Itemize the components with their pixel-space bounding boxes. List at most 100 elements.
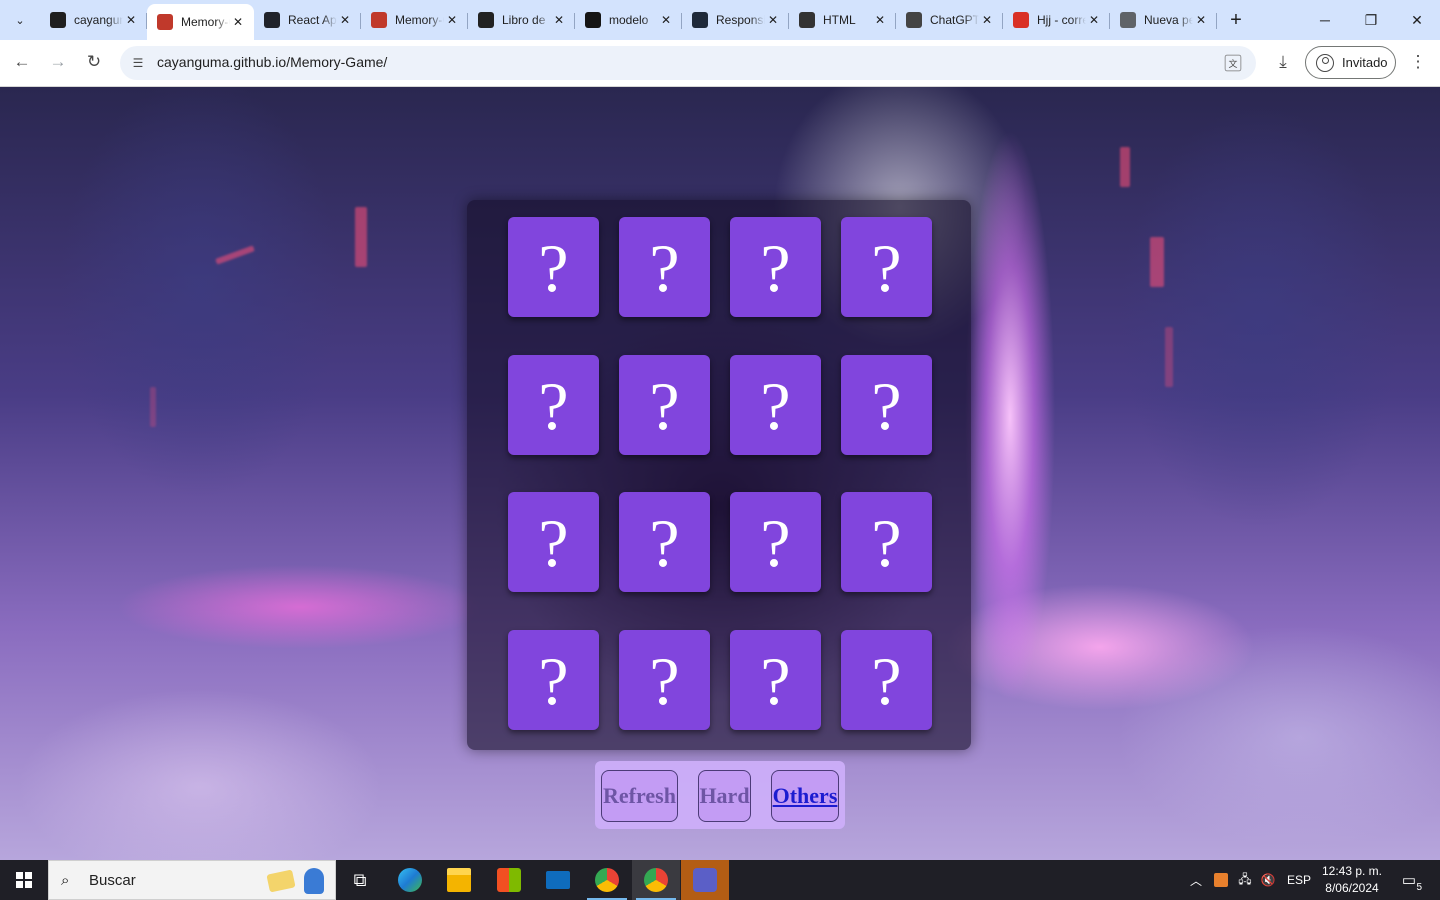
memory-card[interactable]: ?	[730, 355, 821, 455]
tab-5[interactable]: Libro de ✕	[468, 4, 575, 36]
memory-card[interactable]: ?	[841, 355, 932, 455]
tab-8[interactable]: HTML ✕	[789, 4, 896, 36]
tab-title: React App	[288, 13, 337, 27]
restore-icon[interactable]: ❐	[1348, 0, 1394, 40]
chrome-icon[interactable]	[583, 860, 631, 900]
profile-avatar-icon	[1316, 53, 1334, 72]
tab-strip: ⌄ cayanguma✕Memory-Game✕React App✕Memory…	[0, 0, 1440, 40]
mail-icon[interactable]	[534, 860, 582, 900]
teams-icon[interactable]	[681, 860, 729, 900]
tab-close-icon[interactable]: ✕	[230, 14, 246, 30]
tab-close-icon[interactable]: ✕	[337, 12, 353, 28]
tab-title: ChatGPT	[930, 13, 979, 27]
memory-card[interactable]: ?	[508, 492, 599, 592]
memory-card[interactable]: ?	[508, 355, 599, 455]
new-tab-button[interactable]: +	[1224, 8, 1248, 32]
globe-icon	[1120, 12, 1136, 28]
tab-close-icon[interactable]: ✕	[444, 12, 460, 28]
app-tray-icon[interactable]	[1211, 860, 1231, 900]
refresh-button[interactable]: Refresh	[601, 770, 678, 822]
translate-icon[interactable]: 文	[1224, 54, 1242, 72]
tab-close-icon[interactable]: ✕	[1193, 12, 1209, 28]
forward-arrow-icon[interactable]: →	[44, 48, 72, 76]
tab-6[interactable]: modelo ✕	[575, 4, 682, 36]
memory-card[interactable]: ?	[841, 630, 932, 730]
tab-close-icon[interactable]: ✕	[872, 12, 888, 28]
memory-card[interactable]: ?	[619, 492, 710, 592]
tab-title: modelo	[609, 13, 649, 27]
memory-card[interactable]: ?	[619, 217, 710, 317]
start-button[interactable]	[0, 860, 48, 900]
tab-2[interactable]: Memory-Game✕	[147, 4, 254, 40]
memory-card[interactable]: ?	[841, 217, 932, 317]
network-icon[interactable]: 🖧	[1235, 860, 1255, 900]
notifications-icon[interactable]: ▭ 5	[1396, 860, 1422, 900]
edge-icon[interactable]	[386, 860, 434, 900]
tab-7[interactable]: Responsive✕	[682, 4, 789, 36]
clock-date: 8/06/2024	[1325, 881, 1379, 895]
windows-logo-icon	[16, 872, 32, 888]
card-question-mark: ?	[649, 505, 680, 581]
back-arrow-icon[interactable]: ←	[8, 48, 36, 76]
tab-title: cayanguma	[74, 13, 123, 27]
tab-title: Responsive	[716, 13, 765, 27]
tab-close-icon[interactable]: ✕	[1086, 12, 1102, 28]
hard-button[interactable]: Hard	[698, 770, 751, 822]
reload-icon[interactable]: ↻	[80, 48, 108, 76]
tab-11[interactable]: Nueva pestaña✕	[1110, 4, 1217, 36]
tab-close-icon[interactable]: ✕	[765, 12, 781, 28]
others-link[interactable]: Others	[771, 770, 839, 822]
tab-close-icon[interactable]: ✕	[658, 12, 674, 28]
download-icon[interactable]: ⤓	[1269, 48, 1297, 76]
memory-card[interactable]: ?	[508, 217, 599, 317]
close-window-icon[interactable]: ✕	[1394, 0, 1440, 40]
minimize-icon[interactable]: ─	[1302, 0, 1348, 40]
memory-card[interactable]: ?	[730, 492, 821, 592]
memory-card[interactable]: ?	[619, 355, 710, 455]
notification-count: 5	[1416, 882, 1423, 893]
tab-title: Nueva pestaña	[1144, 13, 1193, 27]
tab-9[interactable]: ChatGPT ✕	[896, 4, 1003, 36]
memory-card[interactable]: ?	[508, 630, 599, 730]
address-bar[interactable]: ☰ cayanguma.github.io/Memory-Game/ 文	[120, 46, 1256, 80]
url-text[interactable]: cayanguma.github.io/Memory-Game/	[157, 54, 387, 70]
browser-toolbar: ← → ↻ ☰ cayanguma.github.io/Memory-Game/…	[0, 40, 1440, 87]
openai-icon	[906, 12, 922, 28]
responsive-icon	[692, 12, 708, 28]
memory-game-icon	[157, 14, 173, 30]
card-question-mark: ?	[760, 368, 791, 444]
microsoft-store-icon[interactable]	[485, 860, 533, 900]
card-question-mark: ?	[871, 230, 902, 306]
memory-card[interactable]: ?	[841, 492, 932, 592]
card-question-mark: ?	[649, 368, 680, 444]
task-view-icon[interactable]: ⧉	[336, 860, 384, 900]
file-explorer-icon[interactable]	[435, 860, 483, 900]
taskbar-search-box[interactable]: ⌕ Buscar	[48, 860, 336, 900]
tabs-list: cayanguma✕Memory-Game✕React App✕Memory-G…	[40, 4, 1217, 40]
memory-card[interactable]: ?	[730, 217, 821, 317]
chrome-active-icon[interactable]	[632, 860, 680, 900]
language-indicator[interactable]: ESP	[1283, 860, 1315, 900]
profile-button[interactable]: Invitado	[1305, 46, 1396, 79]
volume-muted-icon[interactable]: 🔇	[1258, 860, 1278, 900]
menu-kebab-icon[interactable]: ⋮	[1404, 48, 1432, 76]
memory-card[interactable]: ?	[730, 630, 821, 730]
taskbar-search-placeholder: Buscar	[89, 871, 136, 889]
tab-3[interactable]: React App✕	[254, 4, 361, 36]
tab-10[interactable]: Hjj - correo✕	[1003, 4, 1110, 36]
card-question-mark: ?	[760, 230, 791, 306]
card-question-mark: ?	[649, 643, 680, 719]
tab-close-icon[interactable]: ✕	[979, 12, 995, 28]
show-hidden-icons-icon[interactable]: ︿	[1186, 860, 1206, 900]
search-highlight-illustration	[263, 865, 329, 897]
memory-card[interactable]: ?	[619, 630, 710, 730]
tab-search-chevron-icon[interactable]: ⌄	[8, 8, 32, 32]
tab-1[interactable]: cayanguma✕	[40, 4, 147, 36]
site-info-icon[interactable]: ☰	[128, 53, 148, 73]
tab-close-icon[interactable]: ✕	[551, 12, 567, 28]
windows-taskbar: ⌕ Buscar ⧉ ︿ 🖧 🔇 ESP 12:43 p. m. 8/06/20…	[0, 860, 1440, 900]
tab-title: Memory-Game	[395, 13, 444, 27]
tab-close-icon[interactable]: ✕	[123, 12, 139, 28]
clock[interactable]: 12:43 p. m. 8/06/2024	[1314, 863, 1390, 897]
tab-4[interactable]: Memory-Game✕	[361, 4, 468, 36]
